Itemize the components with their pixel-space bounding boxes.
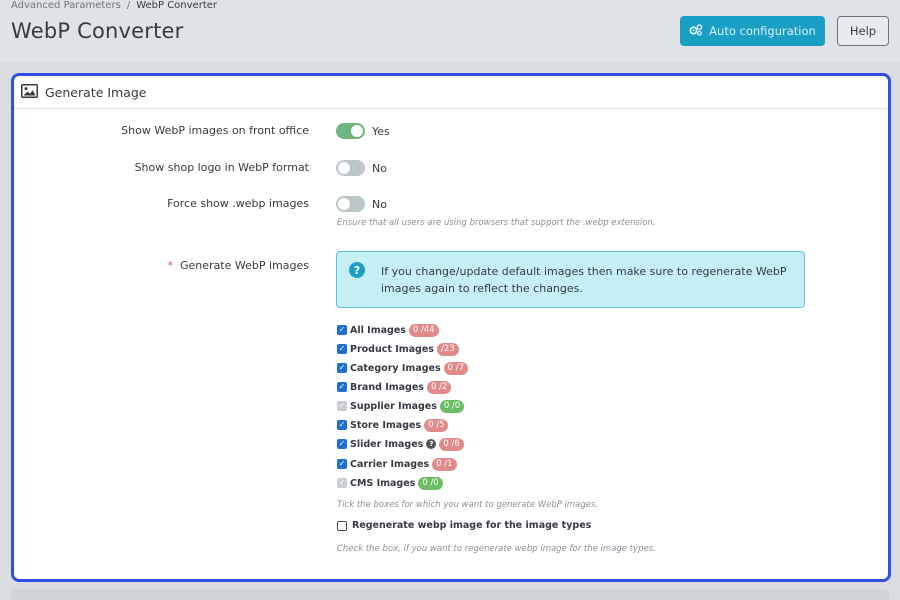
gears-icon xyxy=(689,23,703,39)
help-button[interactable]: Help xyxy=(837,16,889,46)
regenerate-checkbox[interactable]: Regenerate webp image for the image type… xyxy=(337,520,591,531)
count-badge: 0 /6 xyxy=(439,437,464,451)
checkbox-label: Store Images xyxy=(350,419,422,431)
checkbox-label: Slider Images xyxy=(350,438,424,450)
force-show-help: Ensure that all users are using browsers… xyxy=(337,218,656,228)
auto-configuration-label: Auto configuration xyxy=(709,24,816,38)
question-circle-icon[interactable]: ? xyxy=(426,439,437,449)
regenerate-help: Check the box, if you want to regenerate… xyxy=(337,544,656,554)
checkbox-label: CMS Images xyxy=(350,477,416,489)
generate-webp-label-text: Generate WebP images xyxy=(180,259,309,272)
toggle-knob xyxy=(351,125,363,137)
checkbox-cms-images[interactable]: ✓ CMS Images 0 /0 xyxy=(337,475,443,491)
info-alert: ? If you change/update default images th… xyxy=(336,251,805,308)
checkbox-carrier-images[interactable]: ✓ Carrier Images 0 /1 xyxy=(337,456,457,472)
checkbox-brand-images[interactable]: ✓ Brand Images 0 /2 xyxy=(337,379,452,395)
image-icon xyxy=(21,83,38,102)
count-badge: 0 /0 xyxy=(418,476,443,490)
required-mark: * xyxy=(167,259,174,272)
checkbox-checked-icon: ✓ xyxy=(337,363,347,373)
show-logo-state: No xyxy=(372,162,387,175)
checkbox-label: Category Images xyxy=(350,362,441,374)
page-title: WebP Converter xyxy=(11,19,184,43)
checkbox-all-images[interactable]: ✓ All Images 0 /44 xyxy=(337,322,439,338)
count-badge: 0 /44 xyxy=(408,323,439,337)
checkbox-disabled-icon: ✓ xyxy=(337,401,347,411)
breadcrumb: Advanced Parameters / WebP Converter xyxy=(11,0,217,11)
show-logo-label: Show shop logo in WebP format xyxy=(134,161,309,174)
show-front-office-toggle[interactable] xyxy=(336,123,365,139)
count-badge: 0 /0 xyxy=(439,399,465,413)
count-badge: 0 /1 xyxy=(432,457,457,471)
checkbox-category-images[interactable]: ✓ Category Images 0 /7 xyxy=(337,360,469,376)
show-front-office-label: Show WebP images on front office xyxy=(121,124,309,137)
breadcrumb-parent[interactable]: Advanced Parameters xyxy=(11,0,121,11)
checkbox-store-images[interactable]: ✓ Store Images 0 /5 xyxy=(337,417,449,433)
checkbox-label: Brand Images xyxy=(350,381,424,393)
count-badge: 0 /5 xyxy=(424,418,449,432)
breadcrumb-separator: / xyxy=(126,0,131,11)
count-badge: /23 xyxy=(436,342,459,356)
regenerate-label: Regenerate webp image for the image type… xyxy=(352,520,592,531)
checkbox-list-help: Tick the boxes for which you want to gen… xyxy=(337,500,599,510)
toggle-knob xyxy=(338,198,350,210)
generate-image-panel: Generate Image Show WebP images on front… xyxy=(11,73,891,582)
checkbox-label: All Images xyxy=(350,324,406,336)
show-front-office-state: Yes xyxy=(372,125,390,138)
page-header: Advanced Parameters / WebP Converter WebP … xyxy=(0,0,900,62)
checkbox-product-images[interactable]: ✓ Product Images/23 xyxy=(337,341,459,357)
info-alert-text: If you change/update default images then… xyxy=(381,265,787,295)
checkbox-slider-images[interactable]: ✓ Slider Images? 0 /6 xyxy=(337,436,464,452)
checkbox-supplier-images[interactable]: ✓ Supplier Images 0 /0 xyxy=(337,398,465,414)
auto-configuration-button[interactable]: Auto configuration xyxy=(680,16,825,46)
question-circle-icon: ? xyxy=(349,262,365,278)
force-show-toggle[interactable] xyxy=(336,196,365,212)
checkbox-checked-icon: ✓ xyxy=(337,325,347,335)
breadcrumb-current: WebP Converter xyxy=(136,0,218,11)
checkbox-checked-icon: ✓ xyxy=(337,382,347,392)
force-show-state: No xyxy=(372,198,387,211)
generate-webp-label: * Generate WebP images xyxy=(168,259,309,272)
checkbox-checked-icon: ✓ xyxy=(337,344,347,354)
show-logo-toggle[interactable] xyxy=(336,160,365,176)
panel-title: Generate Image xyxy=(45,84,147,100)
checkbox-label: Supplier Images xyxy=(350,400,437,412)
checkbox-disabled-icon: ✓ xyxy=(337,478,347,488)
toggle-knob xyxy=(338,162,350,174)
checkbox-label: Product Images xyxy=(350,343,434,355)
count-badge: 0 /7 xyxy=(443,361,469,375)
panel-header: Generate Image xyxy=(14,76,888,109)
checkbox-unchecked-icon xyxy=(337,520,347,531)
force-show-label: Force show .webp images xyxy=(167,197,309,210)
checkbox-checked-icon: ✓ xyxy=(337,439,347,449)
checkbox-label: Carrier Images xyxy=(350,458,430,470)
count-badge: 0 /2 xyxy=(426,380,452,394)
checkbox-checked-icon: ✓ xyxy=(337,420,347,430)
checkbox-checked-icon: ✓ xyxy=(337,459,347,469)
next-panel-edge xyxy=(11,589,889,600)
